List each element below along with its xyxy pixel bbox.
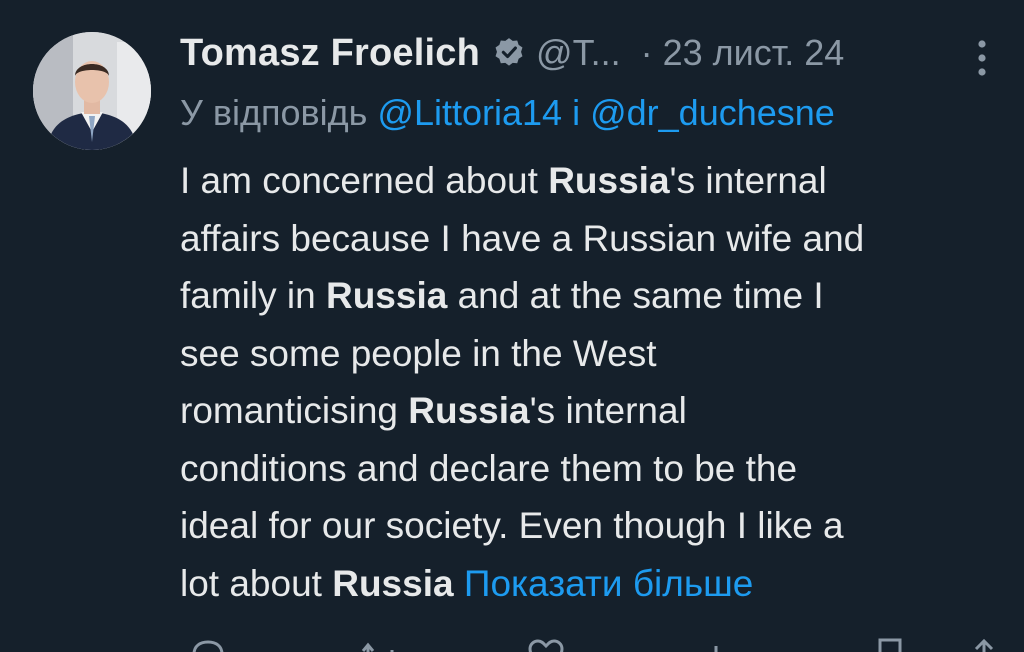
text-line: I am concerned about Russia's internal: [180, 152, 1010, 210]
author-handle[interactable]: @T...: [536, 32, 621, 74]
share-icon[interactable]: [964, 636, 1004, 652]
header-separator: ·: [640, 32, 653, 73]
text-segment: affairs because I have a Russian wife an…: [180, 217, 865, 259]
text-segment: 's internal: [529, 390, 687, 431]
text-segment: lot about: [180, 562, 333, 604]
author-avatar[interactable]: [33, 32, 151, 150]
text-line: affairs because I have a Russian wife an…: [180, 210, 1010, 268]
tweet-date[interactable]: 23 лист. 24: [663, 32, 845, 74]
reply-conjunction: і: [572, 92, 581, 133]
text-line: see some people in the West: [180, 325, 1010, 383]
text-segment: and at the same time I: [447, 275, 824, 316]
verified-badge-icon: [492, 36, 526, 70]
text-line: ideal for our society. Even though I lik…: [180, 497, 1010, 555]
text-line: conditions and declare them to be the: [180, 440, 1010, 498]
show-more-link[interactable]: Показати більше: [464, 563, 754, 604]
text-segment: romanticising: [180, 390, 409, 431]
text-segment: family in: [180, 275, 326, 316]
text-bold-segment: Russia: [408, 390, 530, 431]
reply-mention-2[interactable]: @dr_duchesne: [590, 92, 835, 133]
text-line: romanticising Russia's internal: [180, 382, 1010, 440]
text-segment: 's internal: [669, 160, 827, 201]
text-line: family in Russia and at the same time I: [180, 267, 1010, 325]
tweet-actions: [180, 630, 1010, 652]
tweet-header: Tomasz Froelich @T... · 23 лист. 24: [180, 26, 844, 80]
text-line: lot about Russia Показати більше: [180, 555, 1010, 613]
like-icon[interactable]: [526, 636, 566, 652]
retweet-icon[interactable]: [360, 636, 400, 652]
reply-mention-1[interactable]: @Littoria14: [377, 92, 562, 133]
text-bold-segment: Russia: [548, 160, 670, 201]
views-icon[interactable]: [700, 636, 740, 652]
text-segment: [454, 563, 464, 604]
text-segment: ideal for our society. Even though I lik…: [180, 505, 844, 546]
text-segment: I am concerned about: [180, 160, 549, 201]
text-bold-segment: Russia: [325, 275, 448, 316]
bookmark-icon[interactable]: [870, 636, 910, 652]
more-options-icon[interactable]: [962, 34, 1002, 84]
tweet-card[interactable]: Tomasz Froelich @T... · 23 лист. 24 У ві…: [0, 0, 1024, 652]
tweet-text: I am concerned about Russia's internal a…: [180, 152, 1010, 612]
reply-prefix: У відповідь: [180, 92, 368, 133]
reply-icon[interactable]: [188, 636, 228, 652]
text-bold-segment: Russia: [332, 562, 454, 604]
text-segment: see some people in the West: [180, 332, 657, 374]
replying-to: У відповідь @Littoria14 і @dr_duchesne: [180, 92, 835, 134]
text-segment: conditions and declare them to be the: [180, 447, 798, 489]
avatar-photo-icon: [33, 32, 151, 150]
author-display-name[interactable]: Tomasz Froelich: [180, 32, 480, 75]
